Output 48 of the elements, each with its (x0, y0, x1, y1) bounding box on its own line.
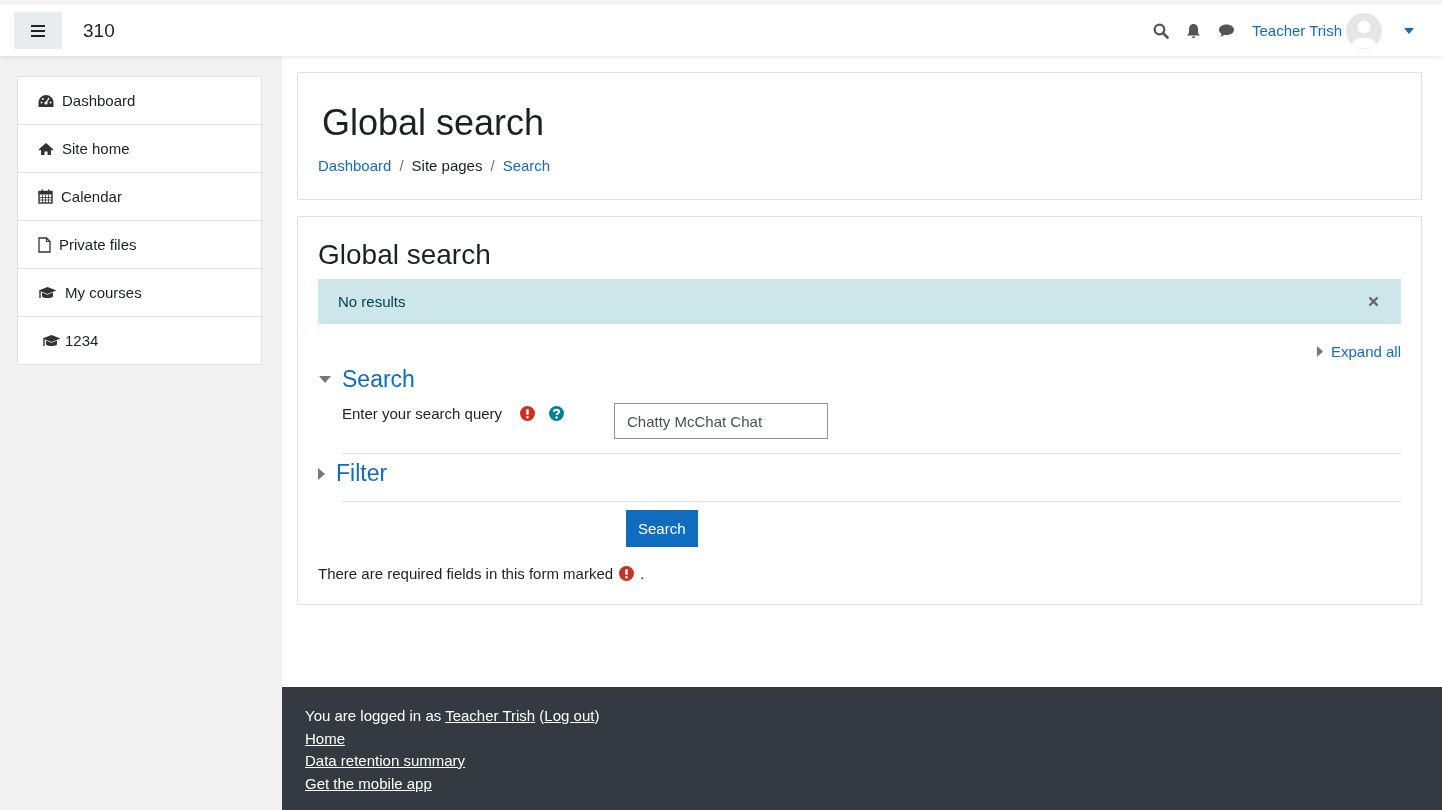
search-query-input[interactable]: Chatty McChat Chat (614, 403, 828, 439)
sidebar-item[interactable]: My courses (18, 268, 261, 316)
sidebar-item[interactable]: Calendar (18, 172, 261, 220)
home-icon (38, 141, 54, 156)
gauge-icon (38, 93, 54, 108)
menu-icon (31, 24, 45, 37)
caret-right-icon (318, 466, 326, 481)
breadcrumb-link[interactable]: Search (502, 157, 551, 174)
site-name[interactable]: 310 (83, 19, 115, 42)
footer-link[interactable]: Get the mobile app (305, 774, 432, 792)
search-button[interactable]: Search (626, 510, 698, 547)
sidebar-item[interactable]: Dashboard (18, 77, 261, 124)
required-note: There are required fields in this form marked (318, 565, 614, 582)
logout-link[interactable]: Log out (544, 707, 595, 724)
required-note-period: . (640, 565, 645, 582)
menu-button[interactable] (14, 12, 62, 49)
file-icon (38, 236, 51, 253)
breadcrumb-link[interactable]: Dashboard (318, 157, 392, 174)
search-icon[interactable] (1152, 22, 1169, 39)
chat-bubble-icon[interactable] (1217, 23, 1235, 38)
graduation-cap-icon (38, 285, 57, 300)
caret-down-icon (318, 375, 332, 384)
collapsible-section-toggle[interactable]: Filter (318, 460, 1401, 487)
sidebar-item[interactable]: 1234 (18, 316, 261, 364)
breadcrumb-separator: / (399, 157, 404, 174)
section-heading: Global search (318, 239, 492, 271)
field-label: Enter your search query (342, 405, 503, 422)
required-icon (619, 566, 635, 581)
user-profile-link[interactable]: Teacher Trish (445, 707, 536, 724)
breadcrumb-separator: / (490, 157, 495, 174)
collapsible-section-toggle[interactable]: Search (318, 366, 1401, 393)
sidebar-item[interactable]: Site home (18, 124, 261, 172)
alert-text: No results (338, 293, 406, 310)
sidebar-item[interactable]: Private files (18, 220, 261, 268)
calendar-icon (38, 189, 53, 204)
footer-link[interactable]: Home (305, 729, 345, 747)
graduation-cap-icon (42, 333, 61, 348)
page-title: Global search (322, 101, 546, 145)
footer-link[interactable]: Data retention summary (305, 752, 466, 769)
bell-icon[interactable] (1185, 22, 1201, 39)
expand-all-link[interactable]: Expand all (1316, 343, 1401, 360)
help-icon[interactable] (549, 406, 565, 421)
breadcrumb-item: Site pages (411, 157, 483, 174)
login-info-text: You are logged in as Teacher Trish (Log out) (305, 706, 601, 726)
close-icon[interactable] (1368, 296, 1379, 307)
caret-icon[interactable] (1404, 27, 1414, 34)
user-menu-link[interactable]: Teacher Trish (1251, 22, 1342, 39)
caret-right-icon (1316, 346, 1323, 357)
